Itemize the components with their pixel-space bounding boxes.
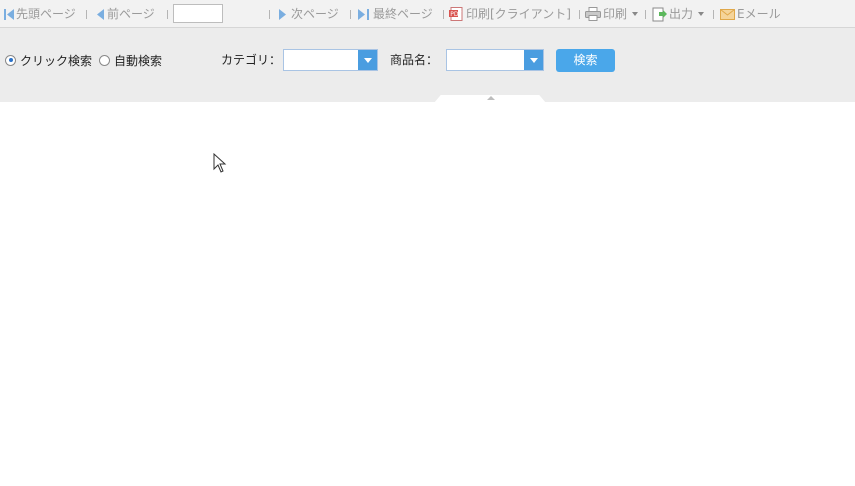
email-button[interactable]: Eメール <box>720 0 781 28</box>
last-page-icon <box>358 8 369 20</box>
toolbar-separator <box>167 10 168 19</box>
radio-auto-search-label: 自動検索 <box>114 53 163 68</box>
toolbar-separator <box>645 10 646 19</box>
product-name-dropdown-icon[interactable] <box>524 50 543 70</box>
print-client-label: 印刷[クライアント] <box>466 7 571 21</box>
product-name-label: 商品名： <box>390 53 439 67</box>
next-page-label: 次ページ <box>291 7 339 21</box>
first-page-icon <box>4 8 14 20</box>
pdf-icon: PDF <box>449 7 463 21</box>
prev-page-icon <box>97 8 104 20</box>
last-page-button[interactable]: 最終ページ <box>358 0 433 28</box>
prev-page-button[interactable]: 前ページ <box>96 0 155 28</box>
search-panel: クリック検索 自動検索 カテゴリ： 商品名： 検索 <box>0 28 855 102</box>
category-combobox[interactable] <box>283 49 378 71</box>
next-page-button[interactable]: 次ページ <box>278 0 339 28</box>
toolbar-separator <box>443 10 444 19</box>
output-dropdown-button[interactable]: 出力 <box>652 0 705 28</box>
prev-page-label: 前ページ <box>107 7 155 21</box>
radio-click-search[interactable]: クリック検索 <box>5 52 92 68</box>
print-dropdown-button[interactable]: 印刷 <box>585 0 639 28</box>
report-toolbar: 先頭ページ 前ページ 次ページ 最終ページ PDF 印刷[クライアント] 印刷 … <box>0 0 855 28</box>
first-page-label: 先頭ページ <box>16 7 76 21</box>
chevron-down-icon <box>632 12 639 16</box>
product-name-combobox[interactable] <box>446 49 544 71</box>
export-icon <box>652 7 667 21</box>
print-label: 印刷 <box>603 7 628 21</box>
radio-checked-icon <box>5 54 16 66</box>
toolbar-separator <box>713 10 714 19</box>
printer-icon <box>585 7 601 21</box>
toolbar-separator <box>86 10 87 19</box>
toolbar-separator <box>579 10 580 19</box>
search-button[interactable]: 検索 <box>556 49 615 72</box>
next-page-icon <box>279 8 286 20</box>
email-label: Eメール <box>737 7 781 21</box>
category-label: カテゴリ： <box>221 53 282 67</box>
envelope-icon <box>720 8 735 20</box>
category-dropdown-icon[interactable] <box>358 50 377 70</box>
mouse-cursor-icon <box>213 153 227 173</box>
first-page-button[interactable]: 先頭ページ <box>4 0 76 28</box>
print-client-button[interactable]: PDF 印刷[クライアント] <box>449 0 571 28</box>
radio-unchecked-icon <box>99 54 110 66</box>
page-number-input[interactable] <box>173 4 223 23</box>
output-label: 出力 <box>669 7 694 21</box>
last-page-label: 最終ページ <box>373 7 433 21</box>
toolbar-separator <box>269 10 270 19</box>
radio-click-search-label: クリック検索 <box>20 53 93 68</box>
chevron-down-icon <box>698 12 705 16</box>
svg-text:PDF: PDF <box>450 11 462 18</box>
toolbar-separator <box>350 10 351 19</box>
radio-auto-search[interactable]: 自動検索 <box>99 52 162 68</box>
collapse-up-icon <box>487 96 495 100</box>
